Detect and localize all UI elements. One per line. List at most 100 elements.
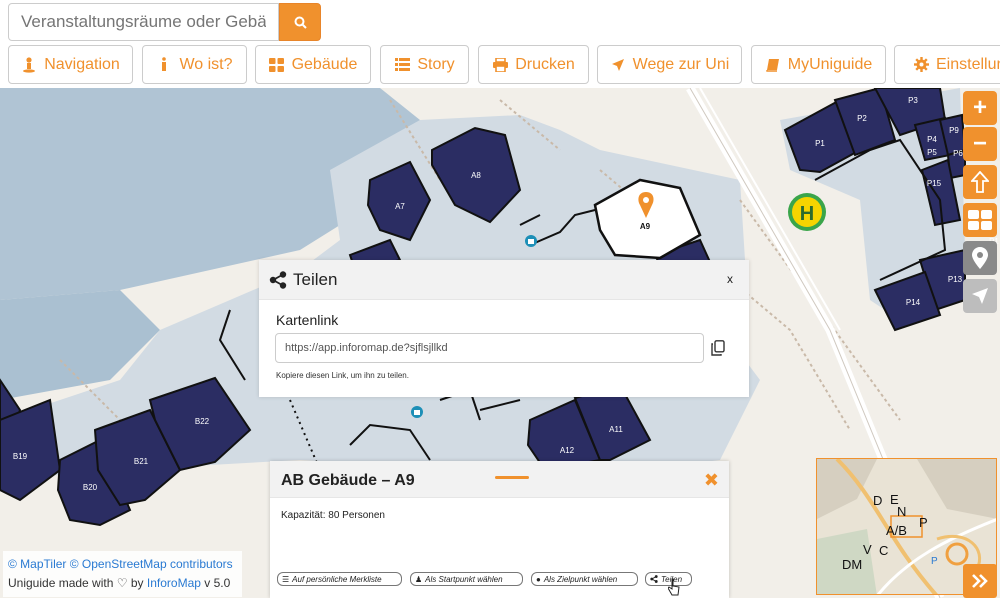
wege-zur-uni-button[interactable]: Wege zur Uni: [597, 45, 742, 84]
info-capacity: Kapazität: 80 Personen: [281, 510, 385, 521]
label-a12: A12: [560, 446, 575, 455]
gebaeude-label: Gebäude: [291, 55, 358, 73]
navigation-button[interactable]: Navigation: [8, 45, 133, 84]
wo-ist-label: Wo ist?: [179, 55, 233, 73]
share-link-label: Kartenlink: [276, 312, 339, 328]
location-arrow-icon: [610, 57, 626, 73]
share-hint: Kopiere diesen Link, um ihn zu teilen.: [276, 371, 409, 380]
wo-ist-button[interactable]: Wo ist?: [142, 45, 247, 84]
gebaeude-button[interactable]: Gebäude: [255, 45, 371, 84]
minimap-label-v: V: [863, 542, 872, 557]
search-button[interactable]: [279, 3, 321, 41]
gear-icon: [913, 57, 929, 73]
label-p15: P15: [927, 179, 942, 188]
elevator-icon: [411, 406, 423, 418]
story-button[interactable]: Story: [380, 45, 469, 84]
einstellungen-button[interactable]: Einstellun: [894, 45, 1000, 84]
myuniguide-button[interactable]: MyUniguide: [751, 45, 886, 84]
top-bar: Navigation Wo ist? Gebäude Story Drucken…: [0, 0, 1000, 88]
heart-icon: ♡: [116, 576, 128, 590]
inforomap-link[interactable]: InforoMap: [147, 576, 201, 590]
search-input[interactable]: [8, 3, 279, 41]
book-icon: [765, 57, 781, 73]
made-with-text: Uniguide made with: [8, 576, 114, 590]
grid-icon: [269, 57, 285, 73]
label-b20: B20: [83, 483, 98, 492]
list-icon: [394, 57, 410, 73]
story-label: Story: [417, 55, 455, 73]
list-icon: ☰: [282, 574, 290, 584]
cursor-icon: [668, 578, 680, 596]
einstellungen-label: Einstellun: [936, 55, 1000, 73]
label-p9: P9: [949, 126, 959, 135]
merkliste-label: Auf persönliche Merkliste: [292, 574, 382, 584]
myuniguide-label: MyUniguide: [787, 55, 873, 73]
drucken-button[interactable]: Drucken: [478, 45, 589, 84]
minus-icon: −: [972, 130, 987, 157]
minimap-label-d: D: [873, 493, 883, 508]
info-header: AB Gebäude – A9 ✖: [270, 461, 729, 498]
label-p13: P13: [948, 275, 963, 284]
share-url-text: https://app.inforomap.de?sjflsjllkd: [285, 342, 448, 354]
label-b19: B19: [13, 452, 28, 461]
plus-icon: +: [972, 94, 987, 121]
zielpunkt-button[interactable]: ● Als Zielpunkt wählen: [531, 572, 638, 586]
search-icon: [294, 16, 307, 29]
minimap-label-ab: A/B: [886, 523, 907, 538]
building-info-panel: AB Gebäude – A9 ✖ Kapazität: 80 Personen…: [270, 461, 729, 598]
direction-button[interactable]: [963, 279, 997, 313]
label-a7: A7: [395, 202, 405, 211]
share-title: Teilen: [293, 269, 338, 289]
person-pin-icon: ♟: [415, 574, 423, 584]
label-p5: P5: [927, 148, 937, 157]
minimap-label-dm: DM: [842, 557, 863, 572]
minimap-label-n: N: [897, 504, 907, 519]
label-a9: A9: [640, 222, 651, 231]
startpunkt-label: Als Startpunkt wählen: [425, 574, 503, 584]
svg-text:H: H: [800, 203, 814, 225]
arrow-up-icon: [971, 171, 989, 193]
svg-text:P: P: [931, 556, 938, 567]
zoom-out-button[interactable]: −: [963, 127, 997, 161]
elevator-icon: [525, 235, 537, 247]
print-icon: [492, 57, 508, 73]
osm-link[interactable]: © OpenStreetMap contributors: [70, 557, 233, 571]
person-pin-icon: [21, 56, 37, 73]
label-p3: P3: [908, 96, 918, 105]
label-p14: P14: [906, 298, 921, 307]
label-p1: P1: [815, 139, 825, 148]
share-icon: [269, 270, 287, 289]
share-dialog: Teilen x Kartenlink https://app.inforoma…: [259, 260, 749, 397]
toolbar: Navigation Wo ist? Gebäude Story Drucken…: [0, 45, 1000, 85]
navigation-label: Navigation: [44, 55, 120, 73]
share-header: Teilen: [259, 260, 749, 300]
level-up-button[interactable]: [963, 165, 997, 199]
info-icon: [156, 57, 172, 73]
double-chevron-right-icon: [972, 574, 988, 588]
locate-button[interactable]: [963, 241, 997, 275]
zoom-in-button[interactable]: +: [963, 91, 997, 125]
merkliste-button[interactable]: ☰ Auf persönliche Merkliste: [277, 572, 402, 586]
maptiler-link[interactable]: © MapTiler: [8, 557, 66, 571]
label-p4: P4: [927, 135, 937, 144]
label-p6: P6: [953, 149, 963, 158]
map-marker-icon: ●: [536, 574, 541, 584]
info-close-button[interactable]: ✖: [704, 470, 719, 491]
startpunkt-button[interactable]: ♟ Als Startpunkt wählen: [410, 572, 523, 586]
minimap-toggle-button[interactable]: [963, 564, 997, 598]
buildings-overview-button[interactable]: [963, 203, 997, 237]
location-arrow-icon: [972, 288, 988, 304]
share-url-field[interactable]: https://app.inforomap.de?sjflsjllkd: [275, 333, 704, 363]
minimap-label-c: C: [879, 543, 889, 558]
label-a11: A11: [609, 425, 623, 434]
zielpunkt-label: Als Zielpunkt wählen: [543, 574, 618, 584]
version-text: v 5.0: [204, 576, 231, 590]
map-marker-icon: [972, 247, 988, 269]
bus-stop-icon[interactable]: H: [788, 193, 826, 231]
drag-handle[interactable]: [495, 476, 529, 479]
copy-icon[interactable]: [711, 340, 725, 356]
share-close-button[interactable]: x: [727, 272, 733, 286]
label-b22: B22: [195, 417, 210, 426]
label-a8: A8: [471, 171, 481, 180]
wege-label: Wege zur Uni: [632, 55, 730, 73]
